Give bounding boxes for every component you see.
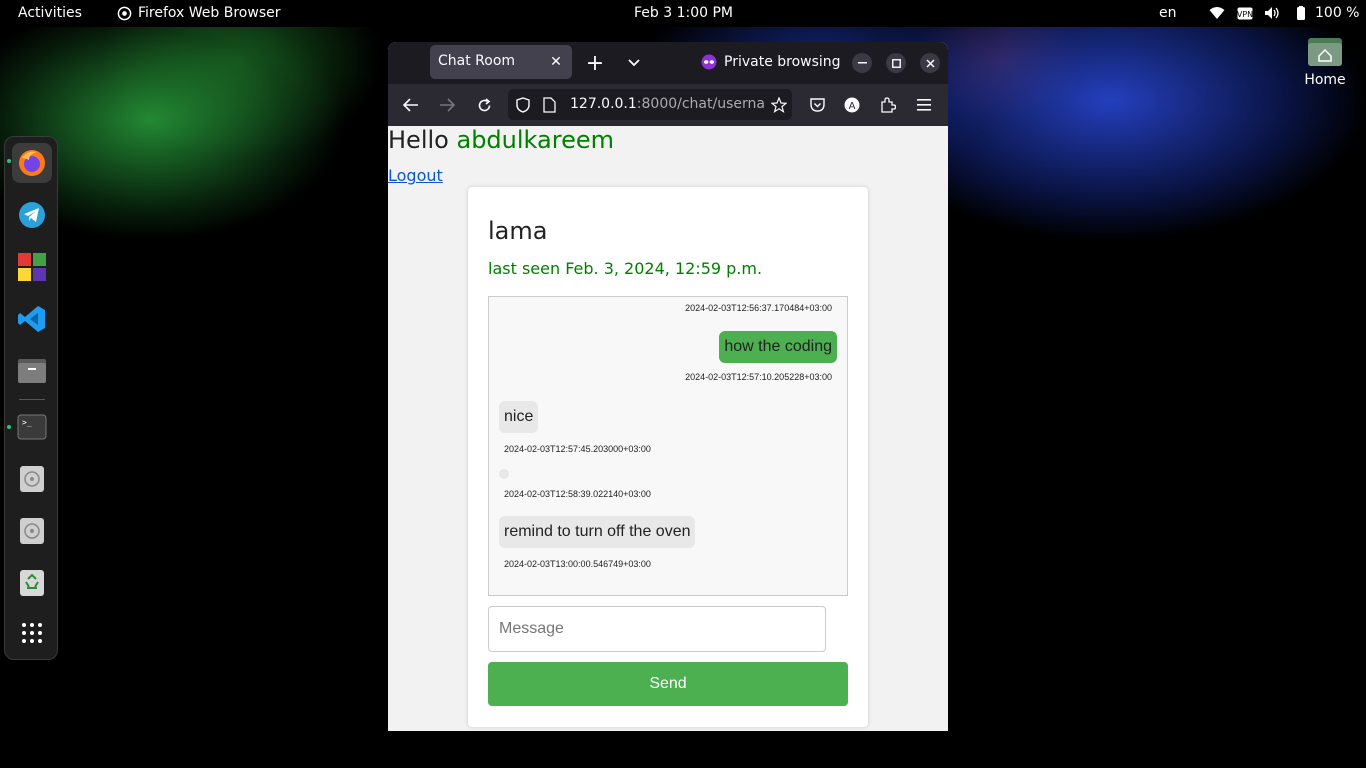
message-bubble-received: remind to turn off the oven xyxy=(499,516,696,548)
message-timestamp: 2024-02-03T12:56:37.170484+03:00 xyxy=(685,303,832,313)
url-bar[interactable]: 127.0.0.1:8000/chat/userna xyxy=(508,89,792,120)
logout-link[interactable]: Logout xyxy=(388,166,443,185)
tab-chat-room[interactable]: Chat Room ✕ xyxy=(430,45,572,79)
message-timestamp: 2024-02-03T12:57:45.203000+03:00 xyxy=(504,444,651,454)
top-bar: Activities Firefox Web Browser Feb 3 1:0… xyxy=(0,0,1366,27)
close-window-icon[interactable] xyxy=(920,53,940,73)
url-path: :8000/chat/userna xyxy=(636,96,765,112)
dock-disc-1[interactable] xyxy=(12,459,52,499)
back-icon[interactable] xyxy=(400,94,422,116)
message-bubble-received: nice xyxy=(499,401,539,433)
browser-window: Chat Room ✕ + Private browsing 127.0.0.1… xyxy=(388,42,948,731)
disc-drive-icon xyxy=(20,518,44,544)
app-grid-icon xyxy=(22,623,42,643)
wifi-icon[interactable] xyxy=(1209,6,1225,24)
account-icon[interactable]: A xyxy=(841,94,863,116)
trash-icon xyxy=(20,570,44,596)
forward-icon[interactable] xyxy=(436,94,458,116)
keyboard-layout[interactable]: en xyxy=(1159,5,1177,21)
url-host: 127.0.0.1 xyxy=(570,96,637,112)
bookmark-star-icon[interactable] xyxy=(766,95,792,115)
active-app-menu[interactable]: Firefox Web Browser xyxy=(117,5,281,21)
battery-icon[interactable] xyxy=(1293,6,1309,25)
dock-terminal[interactable]: >_ xyxy=(12,407,52,447)
greeting-prefix: Hello xyxy=(388,126,449,154)
vpn-icon[interactable]: VPN xyxy=(1237,7,1253,24)
dock: >_ xyxy=(4,136,58,660)
desktop-home[interactable]: Home xyxy=(1298,36,1352,88)
active-app-label: Firefox Web Browser xyxy=(138,5,281,21)
hamburger-menu-icon[interactable] xyxy=(913,94,935,116)
chat-messages[interactable]: 2024-02-03T12:56:37.170484+03:00 how the… xyxy=(488,296,848,596)
dock-trash[interactable] xyxy=(12,563,52,603)
page-content: Hello abdulkareem Logout lama last seen … xyxy=(388,126,948,731)
private-mask-icon xyxy=(701,54,717,74)
maximize-icon[interactable] xyxy=(886,53,906,73)
dock-disc-2[interactable] xyxy=(12,511,52,551)
firefox-small-icon xyxy=(117,6,132,20)
svg-text:VPN: VPN xyxy=(1237,10,1253,19)
send-button[interactable]: Send xyxy=(488,662,848,706)
tiles-app-icon xyxy=(18,253,46,281)
svg-text:>_: >_ xyxy=(22,418,32,427)
pocket-icon[interactable] xyxy=(806,94,828,116)
dock-telegram[interactable] xyxy=(12,195,52,235)
page-info-icon[interactable] xyxy=(543,97,556,117)
last-seen-status: last seen Feb. 3, 2024, 12:59 p.m. xyxy=(488,259,763,278)
message-timestamp: 2024-02-03T13:00:00.546749+03:00 xyxy=(504,559,651,569)
clock[interactable]: Feb 3 1:00 PM xyxy=(634,5,733,21)
desktop: Activities Firefox Web Browser Feb 3 1:0… xyxy=(0,0,1366,768)
message-timestamp: 2024-02-03T12:57:10.205228+03:00 xyxy=(685,372,832,382)
files-icon xyxy=(18,359,46,383)
volume-icon[interactable] xyxy=(1264,6,1280,24)
chat-card: lama last seen Feb. 3, 2024, 12:59 p.m. … xyxy=(468,187,868,727)
running-indicator xyxy=(7,425,11,429)
list-tabs-icon[interactable] xyxy=(624,52,644,74)
peer-name: lama xyxy=(488,217,548,245)
minimize-icon[interactable] xyxy=(852,53,872,73)
dock-separator xyxy=(19,399,45,400)
dock-colored-app[interactable] xyxy=(12,247,52,287)
dock-files[interactable] xyxy=(12,351,52,391)
empty-message-bubble xyxy=(499,469,509,479)
home-folder-icon xyxy=(1308,38,1342,66)
tab-title: Chat Room xyxy=(438,53,516,69)
greeting: Hello abdulkareem xyxy=(388,126,614,154)
battery-percent[interactable]: 100 % xyxy=(1315,5,1359,21)
svg-text:A: A xyxy=(849,101,856,112)
message-bubble-sent: how the coding xyxy=(719,331,837,363)
firefox-icon xyxy=(19,150,45,176)
terminal-icon: >_ xyxy=(17,414,47,440)
message-timestamp: 2024-02-03T12:58:39.022140+03:00 xyxy=(504,489,651,499)
disc-drive-icon xyxy=(20,466,44,492)
dock-firefox[interactable] xyxy=(12,143,52,183)
vscode-icon xyxy=(18,306,45,332)
message-input[interactable] xyxy=(488,606,826,652)
private-browsing-label: Private browsing xyxy=(724,54,841,70)
activities-button[interactable]: Activities xyxy=(18,5,82,21)
running-indicator xyxy=(7,159,11,163)
navigation-bar: 127.0.0.1:8000/chat/userna A xyxy=(388,84,948,126)
current-username: abdulkareem xyxy=(456,126,614,154)
dock-show-apps[interactable] xyxy=(12,613,52,653)
extensions-icon[interactable] xyxy=(877,94,899,116)
telegram-icon xyxy=(19,202,45,228)
desktop-home-label: Home xyxy=(1304,72,1346,88)
new-tab-icon[interactable]: + xyxy=(584,50,606,76)
tracking-shield-icon[interactable] xyxy=(516,97,530,117)
dock-vscode[interactable] xyxy=(12,299,52,339)
tab-close-icon[interactable]: ✕ xyxy=(546,51,566,73)
tab-bar: Chat Room ✕ + Private browsing xyxy=(388,42,948,84)
reload-icon[interactable] xyxy=(473,94,495,116)
